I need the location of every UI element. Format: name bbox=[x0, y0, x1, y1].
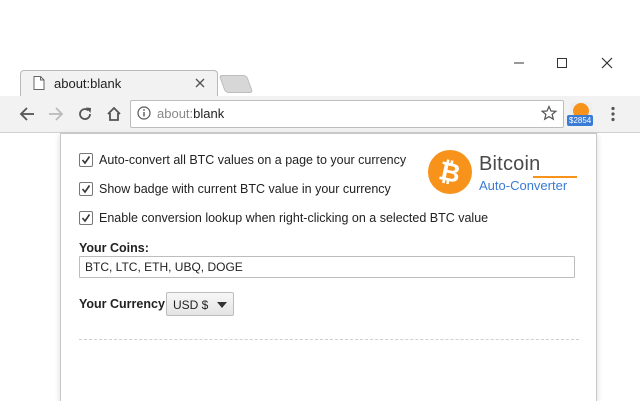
close-icon bbox=[601, 57, 613, 69]
tab-strip: about:blank bbox=[0, 70, 640, 97]
coins-label: Your Coins: bbox=[79, 241, 149, 255]
reload-button[interactable] bbox=[75, 104, 95, 124]
back-button[interactable] bbox=[17, 104, 37, 124]
tab-title: about:blank bbox=[54, 76, 122, 91]
forward-button[interactable] bbox=[46, 104, 66, 124]
info-icon[interactable] bbox=[137, 106, 151, 125]
checkbox-auto-convert[interactable] bbox=[79, 153, 93, 167]
url-prefix: about: bbox=[157, 106, 194, 121]
tab-close-button[interactable] bbox=[193, 76, 207, 90]
option-show-badge[interactable]: Show badge with current BTC value in you… bbox=[79, 180, 391, 198]
coin-symbol: ₿ bbox=[436, 155, 464, 190]
star-icon bbox=[540, 105, 558, 121]
checkbox-conversion-lookup[interactable] bbox=[79, 211, 93, 225]
maximize-icon bbox=[557, 58, 567, 68]
bitcoin-auto-converter-logo: ₿ Bitcoin Auto-Converter bbox=[428, 149, 588, 197]
new-tab-button[interactable] bbox=[218, 75, 254, 93]
option-label: Auto-convert all BTC values on a page to… bbox=[99, 153, 407, 167]
browser-toolbar: about:blank $2854 bbox=[0, 96, 640, 133]
bookmark-star-button[interactable] bbox=[540, 105, 558, 126]
checkmark-icon bbox=[81, 214, 91, 223]
kebab-menu-icon bbox=[611, 106, 615, 122]
currency-select[interactable]: USD $ bbox=[166, 292, 234, 316]
home-button[interactable] bbox=[104, 104, 124, 124]
checkmark-icon bbox=[81, 185, 91, 194]
coins-input[interactable] bbox=[79, 256, 575, 278]
bitcoin-icon: ₿ bbox=[428, 150, 472, 194]
option-auto-convert[interactable]: Auto-convert all BTC values on a page to… bbox=[79, 151, 406, 169]
arrow-left-icon bbox=[19, 107, 34, 121]
currency-selected: USD $ bbox=[173, 298, 209, 312]
minimize-icon bbox=[514, 62, 524, 64]
page-icon bbox=[33, 76, 45, 95]
url-main: blank bbox=[193, 106, 225, 121]
home-icon bbox=[107, 106, 121, 121]
extension-badge: $2854 bbox=[567, 115, 594, 126]
divider bbox=[79, 339, 579, 340]
checkmark-icon bbox=[81, 156, 91, 165]
bitcoin-extension-button[interactable]: $2854 bbox=[567, 102, 594, 126]
address-bar[interactable]: about:blank bbox=[130, 100, 564, 128]
logo-subtitle: Auto-Converter bbox=[479, 178, 568, 193]
tab-about-blank[interactable]: about:blank bbox=[20, 70, 218, 97]
currency-label: Your Currency: bbox=[79, 297, 170, 311]
url-text: about:blank bbox=[157, 106, 224, 121]
checkbox-show-badge[interactable] bbox=[79, 182, 93, 196]
option-label: Show badge with current BTC value in you… bbox=[99, 182, 391, 196]
arrow-right-icon bbox=[49, 107, 64, 121]
logo-title: Bitcoin bbox=[479, 153, 541, 175]
browser-menu-button[interactable] bbox=[604, 104, 622, 124]
close-icon bbox=[195, 78, 205, 88]
option-label: Enable conversion lookup when right-clic… bbox=[99, 211, 489, 225]
chevron-down-icon bbox=[217, 302, 227, 308]
option-conversion-lookup[interactable]: Enable conversion lookup when right-clic… bbox=[79, 209, 488, 227]
extension-popup: Auto-convert all BTC values on a page to… bbox=[60, 133, 597, 401]
reload-icon bbox=[79, 107, 91, 120]
